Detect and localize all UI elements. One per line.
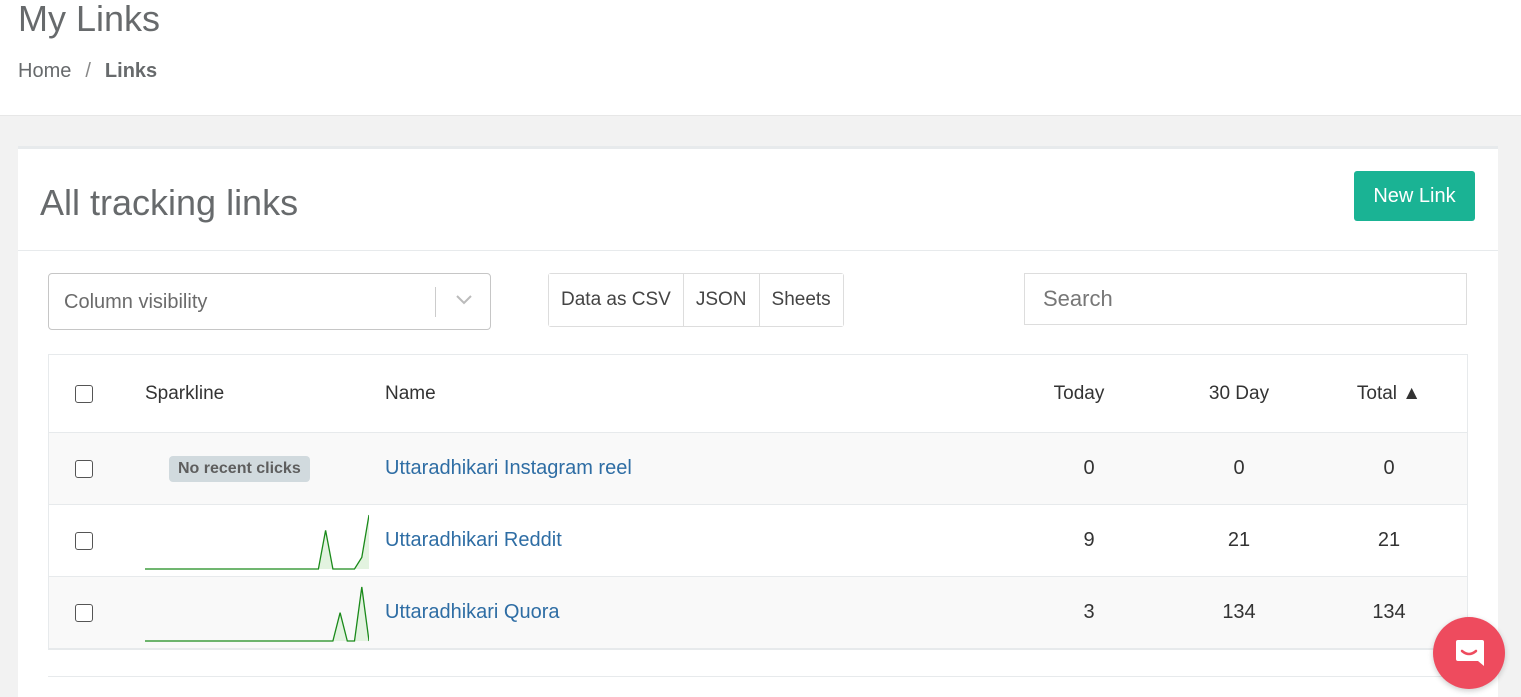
row-checkbox[interactable]: [75, 459, 93, 478]
today-value: 3: [1083, 601, 1095, 623]
today-value: 9: [1083, 529, 1095, 551]
sparkline-chart: [145, 586, 369, 642]
links-card: All tracking links New Link Column visib…: [18, 146, 1498, 697]
link-name-cell: Uttaradhikari Reddit: [385, 505, 985, 576]
card-title: All tracking links: [40, 182, 299, 223]
today-count: 3: [1039, 577, 1139, 648]
thirty-day-count: 0: [1189, 433, 1289, 504]
select-all-checkbox[interactable]: [75, 384, 93, 403]
export-button-group: Data as CSV JSON Sheets: [548, 273, 844, 327]
total-value: 0: [1383, 457, 1395, 479]
column-header-sparkline[interactable]: Sparkline: [145, 355, 369, 432]
column-header-name[interactable]: Name: [385, 355, 985, 432]
links-table: Sparkline Name Today 30 Day Total ▲ No r…: [48, 354, 1468, 650]
chat-launcher-button[interactable]: [1433, 617, 1505, 689]
breadcrumb-current: Links: [104, 60, 158, 82]
breadcrumb-separator: /: [85, 60, 91, 82]
chat-icon: [1456, 640, 1484, 666]
sparkline-cell: [145, 577, 369, 648]
table-row: Uttaradhikari Quora 3 134 134: [49, 577, 1467, 649]
sparkline-cell: [145, 505, 369, 576]
export-sheets-button[interactable]: Sheets: [759, 274, 843, 326]
column-visibility-select[interactable]: Column visibility: [48, 273, 491, 330]
thirty-day-value: 134: [1222, 601, 1256, 623]
link-name-cell: Uttaradhikari Instagram reel: [385, 433, 985, 504]
sparkline-area: [145, 514, 369, 569]
sparkline-line: [145, 514, 369, 570]
chevron-down-icon[interactable]: [453, 288, 475, 310]
search-input[interactable]: [1024, 273, 1467, 325]
no-recent-clicks-badge: No recent clicks: [169, 455, 310, 482]
column-header-total[interactable]: Total ▲: [1339, 355, 1439, 432]
total-count: 0: [1339, 433, 1439, 504]
column-header-today[interactable]: Today: [1039, 355, 1119, 432]
link-name[interactable]: Uttaradhikari Instagram reel: [385, 457, 632, 480]
today-count: 0: [1039, 433, 1139, 504]
thirty-day-count: 21: [1189, 505, 1289, 576]
thirty-day-value: 21: [1227, 529, 1251, 551]
thirty-day-count: 134: [1189, 577, 1289, 648]
select-divider: [435, 287, 436, 317]
link-name-cell: Uttaradhikari Quora: [385, 577, 985, 648]
row-checkbox-cell: [75, 577, 95, 648]
page-header: My Links Home / Links: [0, 0, 1521, 116]
thirty-day-value: 0: [1233, 457, 1245, 479]
table-row: Uttaradhikari Reddit 9 21 21: [49, 505, 1467, 577]
today-count: 9: [1039, 505, 1139, 576]
breadcrumb: Home / Links: [18, 60, 157, 83]
export-csv-button[interactable]: Data as CSV: [549, 274, 684, 326]
total-value: 21: [1377, 529, 1401, 551]
sparkline-line: [145, 586, 369, 642]
row-checkbox-cell: [75, 505, 95, 576]
total-count: 134: [1339, 577, 1439, 648]
column-visibility-placeholder: Column visibility: [64, 291, 208, 313]
row-checkbox[interactable]: [75, 531, 93, 550]
today-value: 0: [1083, 457, 1095, 479]
breadcrumb-home[interactable]: Home: [18, 60, 71, 83]
table-row: No recent clicks Uttaradhikari Instagram…: [49, 433, 1467, 505]
row-checkbox[interactable]: [75, 603, 93, 622]
page-title: My Links: [18, 0, 161, 39]
total-count: 21: [1339, 505, 1439, 576]
column-header-30-day[interactable]: 30 Day: [1189, 355, 1289, 432]
export-json-button[interactable]: JSON: [683, 274, 760, 326]
link-name[interactable]: Uttaradhikari Reddit: [385, 529, 562, 552]
total-value: 134: [1372, 601, 1406, 623]
table-header-row: Sparkline Name Today 30 Day Total ▲: [49, 355, 1467, 433]
card-header: All tracking links New Link: [18, 149, 1498, 251]
new-link-button[interactable]: New Link: [1354, 171, 1475, 221]
row-checkbox-cell: [75, 433, 95, 504]
link-name[interactable]: Uttaradhikari Quora: [385, 601, 560, 624]
sparkline-cell: No recent clicks: [145, 433, 369, 504]
select-all-cell: [75, 355, 95, 432]
table-footer-divider: [48, 676, 1468, 677]
sparkline-chart: [145, 514, 369, 570]
